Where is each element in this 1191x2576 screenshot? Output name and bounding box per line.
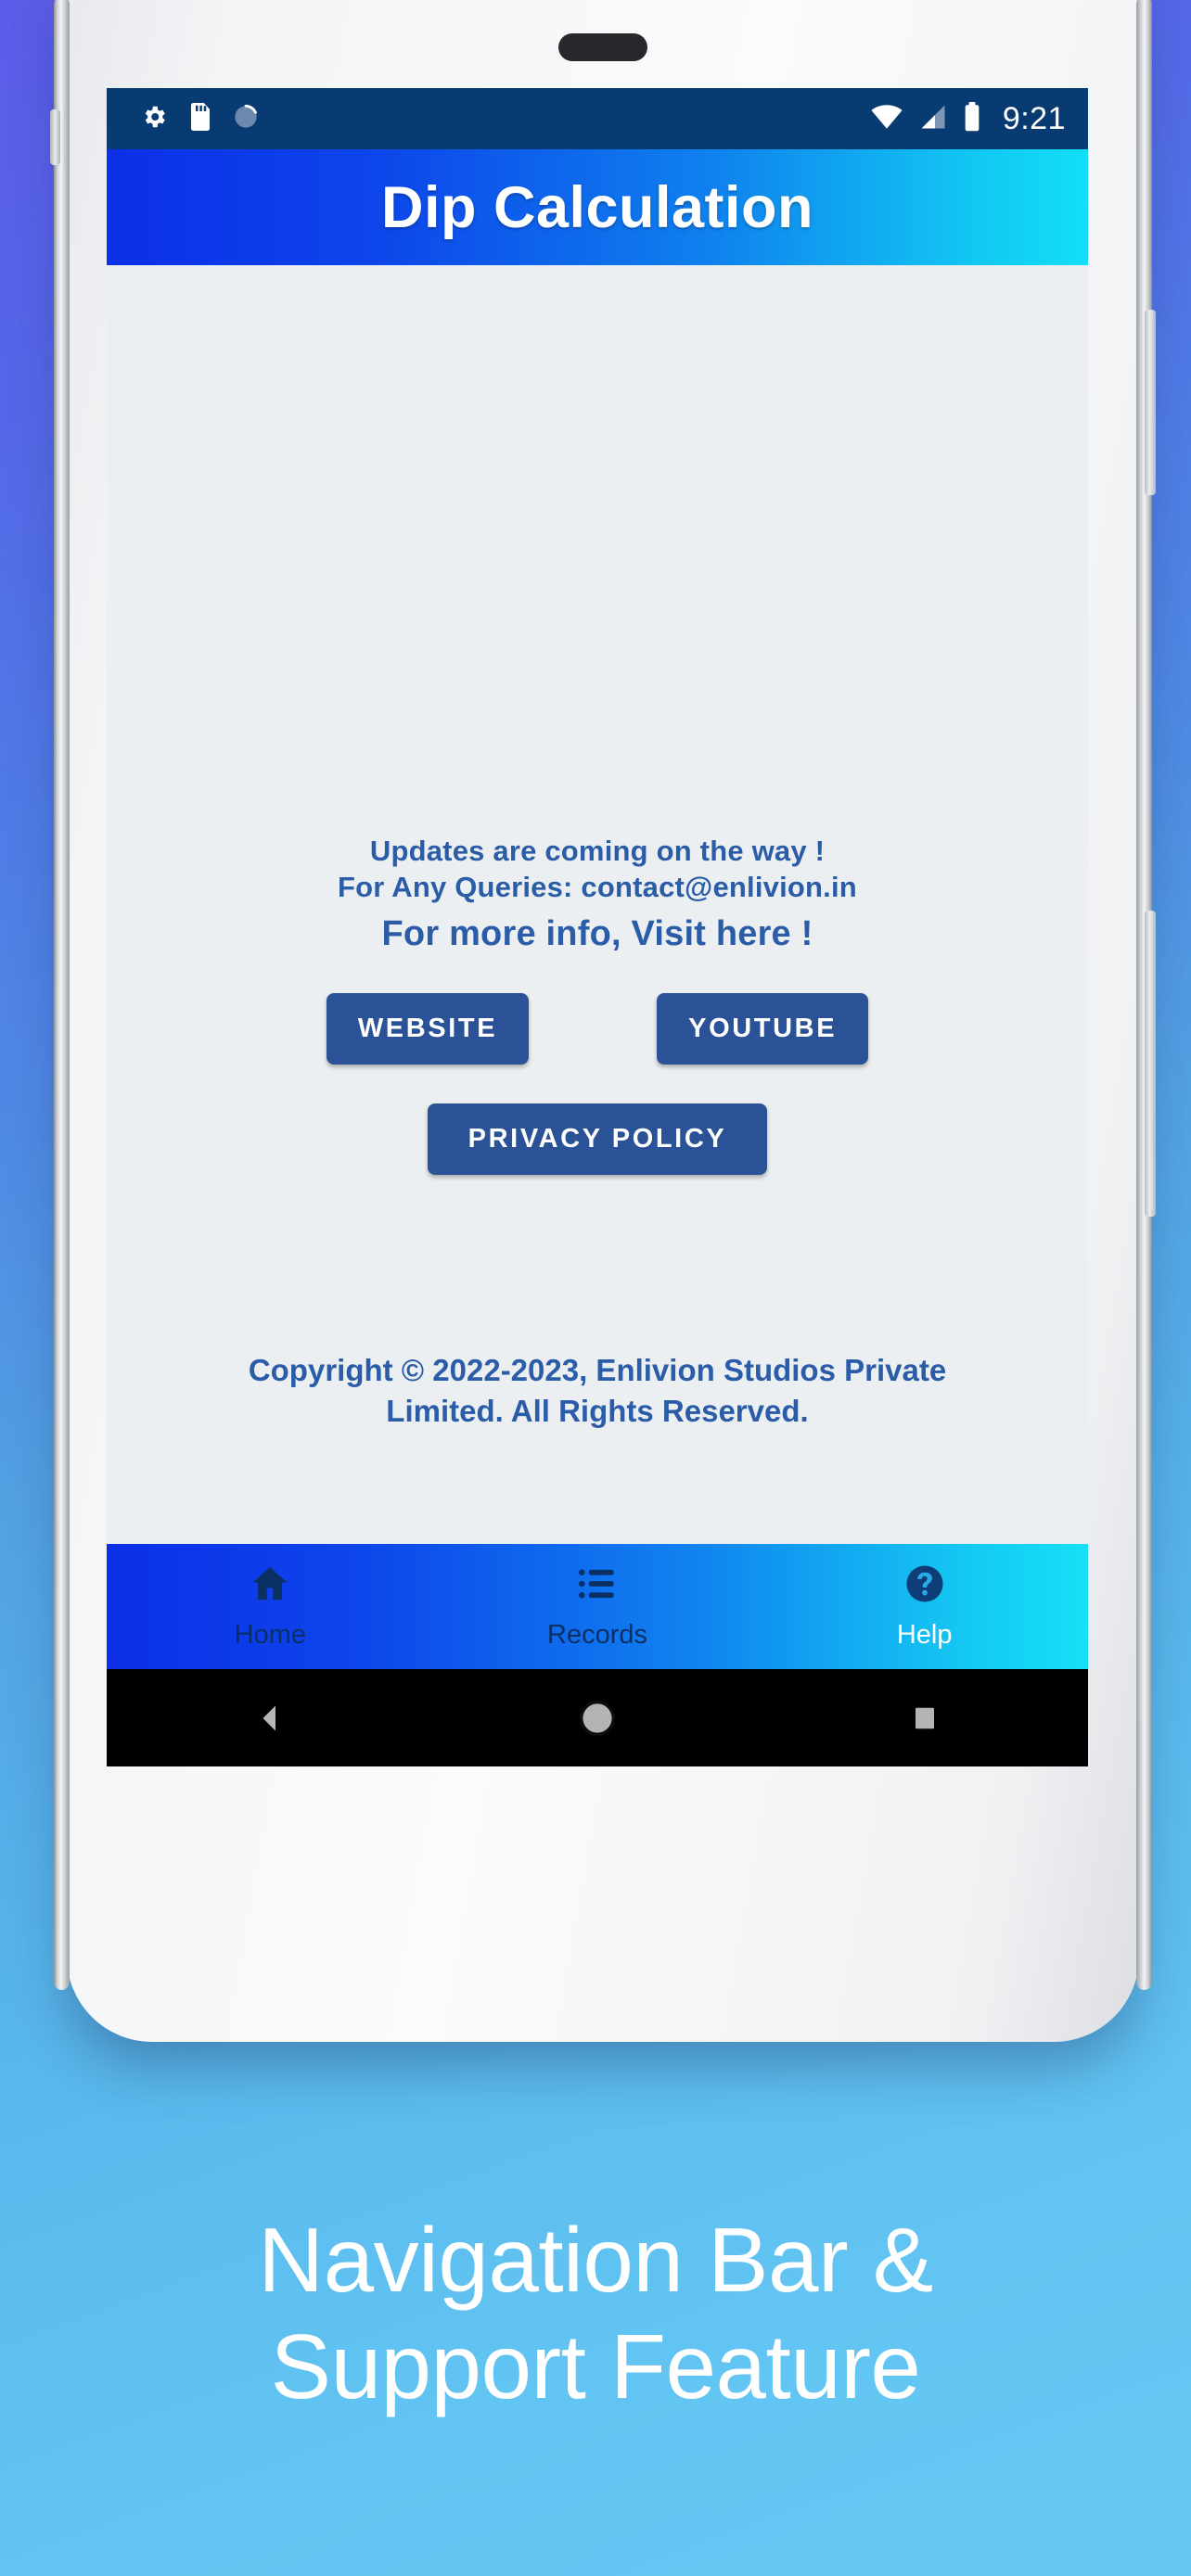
- youtube-button[interactable]: YOUTUBE: [657, 992, 869, 1065]
- device-left-rail: [54, 0, 70, 1990]
- page-title: Dip Calculation: [380, 174, 814, 240]
- app-bar: Dip Calculation: [107, 149, 1088, 265]
- power-button[interactable]: [1145, 911, 1156, 1217]
- home-icon: [249, 1562, 291, 1610]
- recents-square-icon[interactable]: [761, 1704, 1088, 1732]
- nav-label-home: Home: [234, 1620, 307, 1650]
- bottom-navigation-bar: Home Records Help: [107, 1544, 1088, 1669]
- battery-icon: [963, 101, 981, 136]
- help-circle-icon: [903, 1562, 946, 1610]
- copyright-block: Copyright © 2022-2023, Enlivion Studios …: [107, 1350, 1088, 1431]
- privacy-policy-button[interactable]: PRIVACY POLICY: [427, 1103, 768, 1175]
- phone-device: 9:21 Dip Calculation Updates are coming …: [50, 0, 1156, 2042]
- sync-circle-icon: [233, 104, 259, 134]
- android-system-nav-bar: [107, 1669, 1088, 1766]
- nav-label-records: Records: [547, 1620, 647, 1650]
- queries-text: For Any Queries: contact@enlivion.in: [338, 871, 857, 904]
- info-block: Updates are coming on the way ! For Any …: [107, 833, 1088, 1175]
- volume-button[interactable]: [1145, 310, 1156, 495]
- home-circle-icon[interactable]: [434, 1698, 762, 1739]
- sd-card-icon: [188, 102, 212, 135]
- status-bar-system-icons: 9:21: [870, 101, 1066, 137]
- back-triangle-icon[interactable]: [107, 1702, 434, 1735]
- nav-item-home[interactable]: Home: [107, 1562, 434, 1651]
- nav-label-help: Help: [896, 1620, 953, 1650]
- wifi-icon: [870, 104, 903, 134]
- more-info-text: For more info, Visit here !: [381, 913, 813, 953]
- copyright-line-2: Limited. All Rights Reserved.: [386, 1393, 809, 1428]
- nav-item-help[interactable]: Help: [761, 1562, 1088, 1651]
- gear-icon: [140, 103, 168, 135]
- phone-screen: 9:21 Dip Calculation Updates are coming …: [107, 88, 1088, 1766]
- updates-text: Updates are coming on the way !: [369, 835, 826, 867]
- privacy-button-row: PRIVACY POLICY: [107, 1103, 1088, 1175]
- list-icon: [576, 1562, 619, 1610]
- website-button[interactable]: WEBSITE: [326, 992, 530, 1065]
- earpiece-speaker: [558, 33, 647, 61]
- left-side-button[interactable]: [50, 109, 60, 165]
- link-button-row: WEBSITE YOUTUBE: [107, 992, 1088, 1065]
- status-bar-notifications: [140, 102, 259, 135]
- cell-signal-icon: [919, 104, 947, 134]
- app-content: Updates are coming on the way ! For Any …: [107, 265, 1088, 1544]
- caption-line-1: Navigation Bar &: [258, 2209, 933, 2311]
- caption-line-2: Support Feature: [270, 2315, 921, 2417]
- status-bar: 9:21: [107, 88, 1088, 149]
- promo-caption: Navigation Bar & Support Feature: [0, 2207, 1191, 2419]
- nav-item-records[interactable]: Records: [434, 1562, 762, 1651]
- status-bar-clock: 9:21: [1002, 100, 1066, 136]
- copyright-line-1: Copyright © 2022-2023, Enlivion Studios …: [248, 1353, 947, 1387]
